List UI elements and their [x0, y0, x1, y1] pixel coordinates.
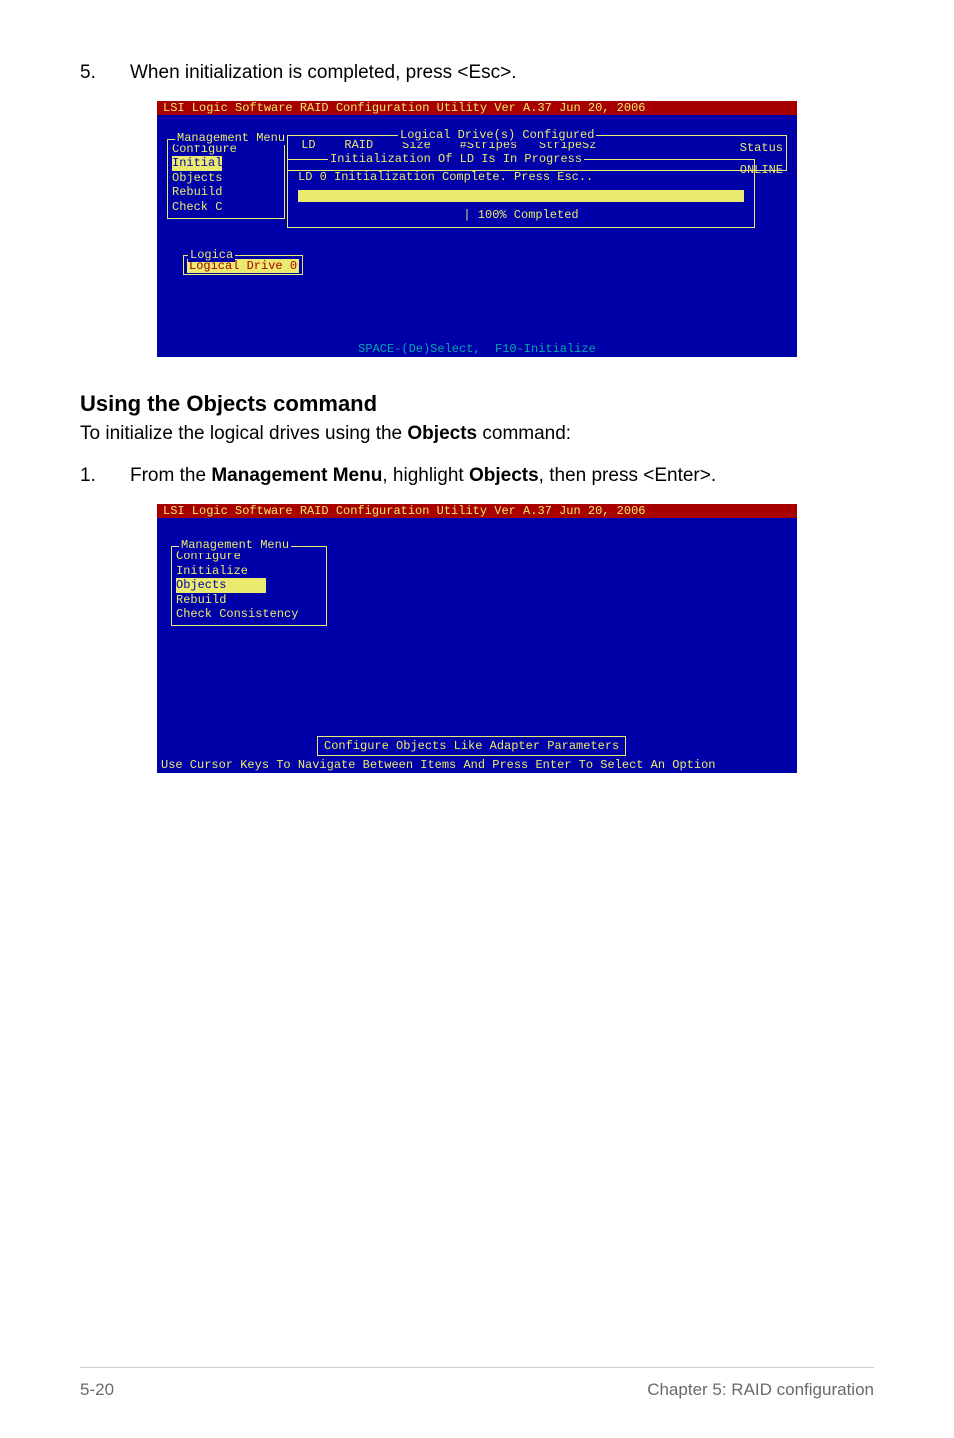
- bios1-init-label: Initialization Of LD Is In Progress: [328, 152, 584, 166]
- bios2-help-text: Configure Objects Like Adapter Parameter…: [317, 736, 626, 756]
- page-number: 5-20: [80, 1380, 114, 1400]
- bios1-progress-label: | 100% Completed: [298, 208, 744, 222]
- step-1-text: From the Management Menu, highlight Obje…: [130, 463, 716, 490]
- step-1: 1. From the Management Menu, highlight O…: [80, 463, 874, 490]
- step1-e: , then press <Enter>.: [539, 465, 716, 486]
- bios1-init-message: LD 0 Initialization Complete. Press Esc.…: [298, 170, 744, 184]
- step1-c: , highlight: [382, 465, 469, 486]
- bios2-menu-check[interactable]: Check Consistency: [176, 607, 322, 621]
- bios1-management-menu: Management Menu Configure Initial Object…: [167, 139, 285, 219]
- bios2-menu-objects[interactable]: Objects: [176, 578, 266, 592]
- bios2-footer: Use Cursor Keys To Navigate Between Item…: [157, 758, 797, 772]
- bios1-footer: SPACE-(De)Select, F10-Initialize: [157, 341, 797, 357]
- bios1-init-panel: Initialization Of LD Is In Progress LD 0…: [287, 159, 755, 228]
- step-5: 5. When initialization is completed, pre…: [80, 60, 874, 87]
- bios2-menu-label: Management Menu: [179, 538, 291, 552]
- section-p-b: Objects: [407, 423, 477, 444]
- section-p-c: command:: [477, 423, 571, 444]
- bios1-logica-label: Logica: [188, 248, 235, 262]
- step-5-number: 5.: [80, 60, 108, 87]
- bios1-progress-bar: [298, 190, 744, 202]
- bios1-menu-label: Management Menu: [175, 131, 287, 145]
- chapter-label: Chapter 5: RAID configuration: [647, 1380, 874, 1400]
- step1-b: Management Menu: [211, 465, 382, 486]
- step-1-number: 1.: [80, 463, 108, 490]
- section-paragraph: To initialize the logical drives using t…: [80, 423, 874, 445]
- section-heading: Using the Objects command: [80, 391, 874, 417]
- bios1-titlebar: LSI Logic Software RAID Configuration Ut…: [157, 101, 797, 115]
- bios1-ld-panel-label: Logical Drive(s) Configured: [398, 128, 596, 142]
- step1-a: From the: [130, 465, 211, 486]
- bios2-menu-rebuild[interactable]: Rebuild: [176, 593, 322, 607]
- bios1-status-heading: Status: [740, 141, 783, 155]
- bios-screenshot-2: LSI Logic Software RAID Configuration Ut…: [157, 504, 797, 773]
- bios2-titlebar: LSI Logic Software RAID Configuration Ut…: [157, 504, 797, 518]
- bios1-menu-rebuild[interactable]: Rebuild: [172, 185, 280, 199]
- bios-screenshot-1: LSI Logic Software RAID Configuration Ut…: [157, 101, 797, 358]
- footer-rule: [80, 1367, 874, 1368]
- step-5-text: When initialization is completed, press …: [130, 60, 517, 87]
- bios1-logica-box: Logica Logical Drive 0: [183, 255, 303, 275]
- bios1-menu-initial[interactable]: Initial: [172, 156, 222, 170]
- bios1-menu-objects[interactable]: Objects: [172, 171, 280, 185]
- bios2-menu-initialize[interactable]: Initialize: [176, 564, 322, 578]
- bios2-management-menu: Management Menu Configure Initialize Obj…: [171, 546, 327, 626]
- section-p-a: To initialize the logical drives using t…: [80, 423, 407, 444]
- step1-d: Objects: [469, 465, 539, 486]
- bios1-menu-check[interactable]: Check C: [172, 200, 280, 214]
